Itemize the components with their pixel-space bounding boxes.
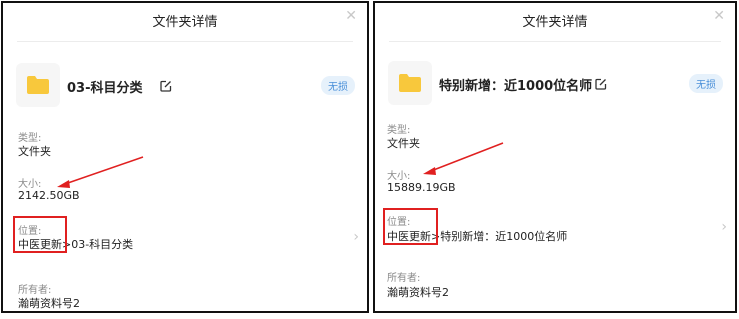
folder-details-dialog-right: 文件夹详情 ✕ 特别新增：近1000位名师 无损 类型: 文件夹 大小: 158…: [373, 1, 737, 313]
folder-details-dialog-left: 文件夹详情 ✕ 03-科目分类 无损 类型: 文件夹 大小: 2142.50GB…: [1, 1, 369, 313]
annotation-arrow: [423, 142, 504, 175]
annotation-arrow: [57, 156, 144, 188]
